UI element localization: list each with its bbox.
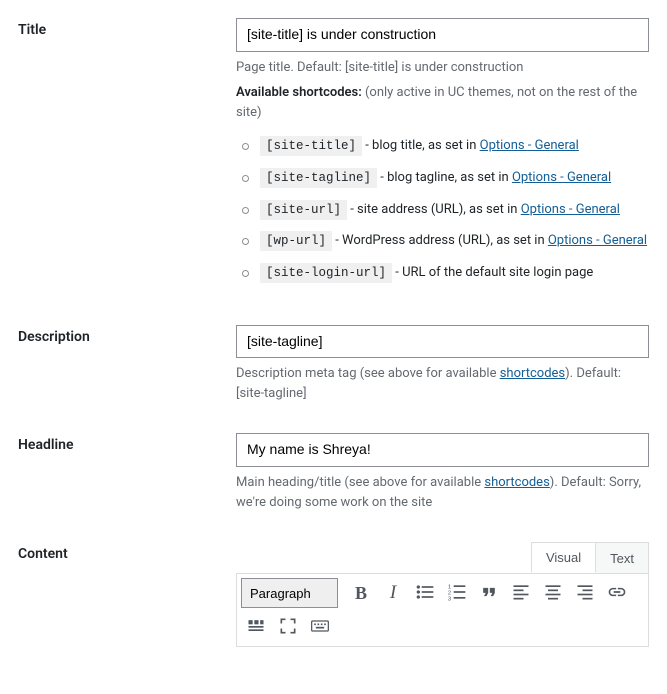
shortcode-code: [site-tagline] [260,168,377,188]
link-button[interactable] [602,578,632,608]
align-center-button[interactable] [538,578,568,608]
headline-row: Headline Main heading/title (see above f… [18,433,649,512]
editor-toolbar: Paragraph B I 123 [236,573,649,647]
quote-icon [479,582,499,605]
shortcode-code: [wp-url] [260,231,332,251]
title-default-help: Page title. Default: [site-title] is und… [236,58,649,78]
toolbar-toggle-button[interactable] [241,612,271,642]
title-row: Title Page title. Default: [site-title] … [18,18,649,295]
list-item: [site-title] - blog title, as set in Opt… [236,136,649,156]
list-ul-icon [415,582,435,605]
description-row: Description Description meta tag (see ab… [18,325,649,404]
available-shortcodes-label: Available shortcodes: [236,85,362,100]
shortcode-code: [site-title] [260,136,362,156]
align-left-button[interactable] [506,578,536,608]
svg-text:3: 3 [448,596,451,602]
headline-label: Headline [18,437,73,453]
list-item: [wp-url] - WordPress address (URL), as s… [236,231,649,251]
headline-input[interactable] [236,433,649,467]
content-label-col: Content [18,542,236,647]
options-general-link[interactable]: Options - General [480,138,579,153]
shortcode-list: [site-title] - blog title, as set in Opt… [236,136,649,283]
title-input[interactable] [236,18,649,52]
align-right-button[interactable] [570,578,600,608]
align-center-icon [543,582,563,605]
description-label-col: Description [18,325,236,404]
kitchen-sink-icon [246,616,266,639]
headline-label-col: Headline [18,433,236,512]
shortcode-desc: - URL of the default site login page [392,265,593,280]
list-item: [site-login-url] - URL of the default si… [236,263,649,283]
description-help: Description meta tag (see above for avai… [236,364,649,403]
shortcodes-link[interactable]: shortcodes [484,475,549,490]
title-label-col: Title [18,18,236,295]
shortcode-desc: - WordPress address (URL), as set in [332,233,548,248]
description-help-before: Description meta tag (see above for avai… [236,366,500,381]
blockquote-button[interactable] [474,578,504,608]
keyboard-button[interactable] [305,612,335,642]
shortcode-desc: - blog title, as set in [362,138,480,153]
editor-tabs: Visual Text [236,542,649,574]
description-label: Description [18,329,90,345]
fullscreen-button[interactable] [273,612,303,642]
content-label: Content [18,546,68,562]
align-right-icon [575,582,595,605]
content-field-col: Visual Text Paragraph B I 123 [236,542,649,647]
list-item: [site-url] - site address (URL), as set … [236,200,649,220]
format-select[interactable]: Paragraph [241,578,338,608]
content-row: Content Visual Text Paragraph B I 123 [18,542,649,647]
shortcode-code: [site-url] [260,200,347,220]
title-available-shortcodes: Available shortcodes: (only active in UC… [236,83,649,122]
title-label: Title [18,22,46,38]
options-general-link[interactable]: Options - General [521,202,620,217]
headline-help: Main heading/title (see above for availa… [236,473,649,512]
align-left-icon [511,582,531,605]
fullscreen-icon [278,616,298,639]
bulleted-list-button[interactable] [410,578,440,608]
link-icon [607,582,627,605]
title-field-col: Page title. Default: [site-title] is und… [236,18,649,295]
numbered-list-button[interactable]: 123 [442,578,472,608]
options-general-link[interactable]: Options - General [512,170,611,185]
shortcodes-link[interactable]: shortcodes [500,366,565,381]
tab-text[interactable]: Text [595,542,649,573]
tab-visual[interactable]: Visual [531,542,596,573]
headline-field-col: Main heading/title (see above for availa… [236,433,649,512]
options-general-link[interactable]: Options - General [548,233,647,248]
list-item: [site-tagline] - blog tagline, as set in… [236,168,649,188]
description-field-col: Description meta tag (see above for avai… [236,325,649,404]
keyboard-icon [310,616,330,639]
description-input[interactable] [236,325,649,359]
headline-help-before: Main heading/title (see above for availa… [236,475,484,490]
shortcode-desc: - blog tagline, as set in [377,170,512,185]
shortcode-desc: - site address (URL), as set in [347,202,521,217]
list-ol-icon: 123 [447,582,467,605]
shortcode-code: [site-login-url] [260,263,392,283]
bold-button[interactable]: B [346,578,376,608]
italic-button[interactable]: I [378,578,408,608]
